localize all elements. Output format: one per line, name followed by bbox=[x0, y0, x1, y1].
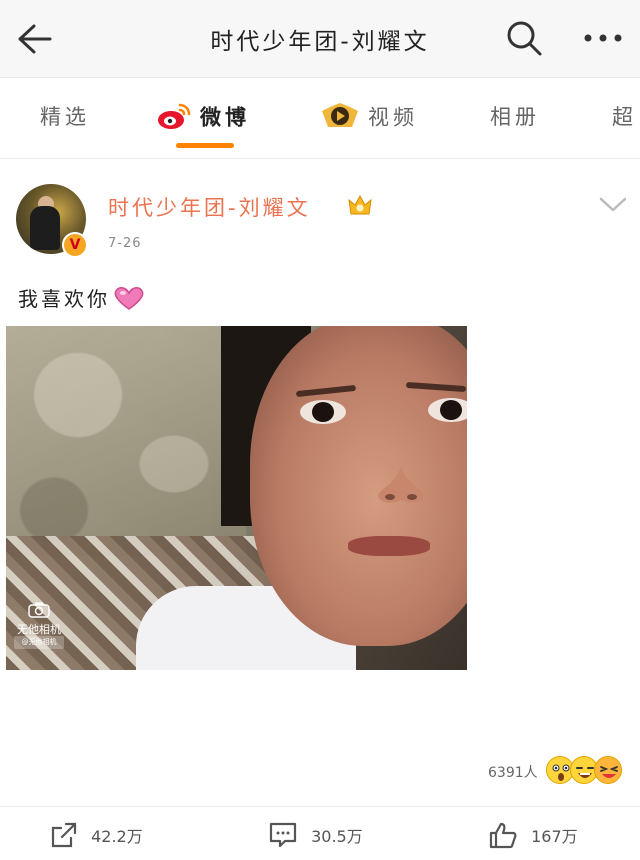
tab-video[interactable]: 视频 bbox=[320, 101, 418, 136]
tab-video-label: 视频 bbox=[368, 105, 418, 130]
photo-nose bbox=[378, 466, 424, 503]
comment-icon bbox=[269, 822, 297, 848]
grinning-emoji-icon bbox=[594, 756, 622, 784]
chevron-down-icon[interactable] bbox=[598, 194, 628, 214]
repost-count: 42.2万 bbox=[91, 827, 143, 846]
top-navigation-bar: 时代少年团-刘耀文 bbox=[0, 0, 640, 78]
camera-icon bbox=[14, 602, 64, 621]
tab-album[interactable]: 相册 bbox=[490, 101, 540, 131]
heart-icon bbox=[112, 285, 146, 316]
post-action-bar: 42.2万 30.5万 167万 bbox=[0, 806, 640, 860]
photo-mouth bbox=[348, 536, 430, 556]
back-arrow-icon[interactable] bbox=[14, 20, 54, 58]
tab-super-topic[interactable]: 超 bbox=[612, 101, 637, 131]
post-text-content: 我喜欢你 bbox=[18, 287, 110, 311]
post-text: 我喜欢你 bbox=[18, 283, 146, 316]
post-photo[interactable]: 无他相机 @无他相机 bbox=[6, 326, 467, 670]
like-count: 167万 bbox=[531, 827, 578, 846]
photo-wallpaper bbox=[6, 326, 246, 556]
comment-button[interactable]: 30.5万 bbox=[268, 821, 363, 851]
reaction-count: 6391人 bbox=[488, 765, 538, 781]
photo-eye-left bbox=[300, 400, 346, 424]
tab-featured[interactable]: 精选 bbox=[40, 101, 90, 131]
verified-badge: V bbox=[62, 232, 88, 258]
search-icon[interactable] bbox=[504, 18, 544, 58]
tab-weibo-label: 微博 bbox=[200, 105, 250, 130]
watermark-line2: @无他相机 bbox=[14, 636, 64, 649]
thumbs-up-icon bbox=[489, 822, 517, 849]
repost-icon bbox=[51, 822, 77, 848]
tab-weibo[interactable]: 微博 bbox=[156, 101, 250, 136]
member-crown-icon[interactable] bbox=[346, 192, 374, 218]
like-button[interactable]: 167万 bbox=[488, 821, 578, 851]
post-date: 7-26 bbox=[108, 236, 142, 251]
active-tab-indicator bbox=[176, 143, 234, 148]
photo-eye-right bbox=[428, 398, 467, 422]
repost-button[interactable]: 42.2万 bbox=[50, 821, 143, 851]
video-play-icon bbox=[320, 101, 360, 136]
post-author[interactable]: 时代少年团-刘耀文 bbox=[108, 192, 311, 222]
post-header: V 时代少年团-刘耀文 7-26 bbox=[0, 160, 640, 270]
page-title: 时代少年团-刘耀文 bbox=[210, 29, 430, 55]
watermark-line1: 无他相机 bbox=[17, 623, 61, 636]
more-dots-icon[interactable] bbox=[580, 18, 626, 58]
avatar-figure bbox=[30, 206, 60, 250]
profile-tabs: 精选 微博 视频 相册 超 bbox=[0, 79, 640, 159]
weibo-logo-icon bbox=[156, 101, 192, 136]
comment-count: 30.5万 bbox=[311, 827, 363, 846]
camera-watermark: 无他相机 @无他相机 bbox=[14, 602, 64, 649]
